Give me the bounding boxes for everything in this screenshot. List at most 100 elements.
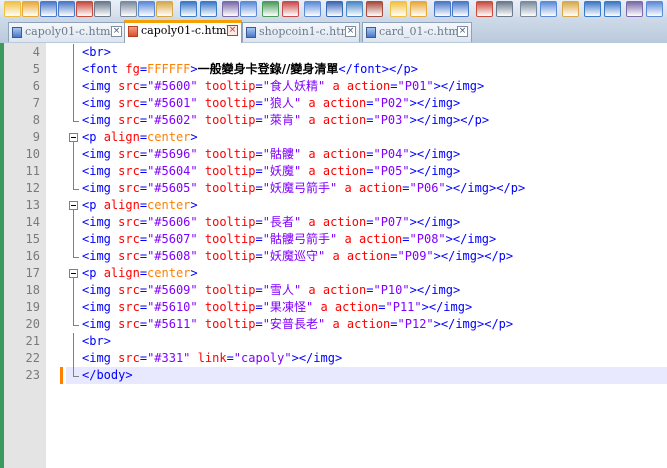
fold-end — [73, 257, 79, 258]
fold-end — [73, 189, 79, 190]
indent-guide-icon[interactable] — [346, 1, 363, 17]
line-number: 20 — [25, 317, 40, 331]
line-number: 21 — [25, 334, 40, 348]
find-icon[interactable] — [222, 1, 239, 17]
open-file-icon[interactable] — [410, 1, 427, 17]
save-all-icon[interactable] — [58, 1, 75, 17]
file-icon — [12, 27, 22, 38]
file-icon — [246, 27, 256, 38]
save-icon[interactable] — [40, 1, 57, 17]
fold-guide — [73, 333, 74, 376]
paste-icon[interactable] — [562, 1, 579, 17]
close-tab-icon[interactable]: × — [345, 26, 356, 37]
fold-guide — [73, 278, 74, 325]
replace-icon[interactable] — [240, 1, 257, 17]
code-line[interactable]: </body> — [82, 367, 133, 384]
fold-guide — [73, 142, 74, 189]
copy-icon[interactable] — [138, 1, 155, 17]
code-line[interactable]: <img src="#5600" tooltip="食人妖精" a action… — [82, 78, 484, 95]
fold-toggle-icon[interactable] — [69, 269, 78, 278]
tab-label: capoly01-c.html — [141, 24, 230, 37]
line-number: 9 — [32, 130, 40, 144]
close-icon[interactable] — [76, 1, 93, 17]
fold-guide — [73, 44, 74, 121]
fold-margin — [46, 43, 66, 468]
save-all-icon[interactable] — [452, 1, 469, 17]
close-tab-icon[interactable]: × — [227, 25, 238, 36]
cut-icon[interactable] — [120, 1, 137, 17]
line-number: 11 — [25, 164, 40, 178]
tab-file[interactable]: capoly01-c.html × — [8, 22, 126, 42]
fold-end — [73, 121, 79, 122]
line-number: 16 — [25, 249, 40, 263]
code-line[interactable]: <img src="#5609" tooltip="雪人" a action="… — [82, 282, 460, 299]
file-icon — [128, 26, 138, 37]
code-line[interactable]: <img src="#5610" tooltip="果凍怪" a action=… — [82, 299, 472, 316]
line-number: 4 — [32, 45, 40, 59]
tab-label: shopcoin1-c.html — [259, 25, 355, 38]
code-line[interactable]: <p align=center> — [82, 265, 198, 282]
close-tab-icon[interactable]: × — [457, 26, 468, 37]
code-line[interactable]: <p align=center> — [82, 129, 198, 146]
code-line[interactable]: <img src="#5602" tooltip="萊肯" a action="… — [82, 112, 489, 129]
redo-icon[interactable] — [200, 1, 217, 17]
undo-icon[interactable] — [180, 1, 197, 17]
code-line[interactable]: <font fg=FFFFFF>一般變身卡登錄//變身清單</font></p> — [82, 61, 418, 78]
print-icon[interactable] — [94, 1, 111, 17]
paste-icon[interactable] — [156, 1, 173, 17]
line-number: 12 — [25, 181, 40, 195]
code-line[interactable]: <img src="#331" link="capoly"></img> — [82, 350, 342, 367]
cut-icon[interactable] — [520, 1, 537, 17]
tab-label: card_01-c.html — [379, 25, 463, 38]
code-line[interactable]: <img src="#5611" tooltip="安普長老" a action… — [82, 316, 513, 333]
print-icon[interactable] — [496, 1, 513, 17]
fold-guide — [73, 210, 74, 257]
line-number: 19 — [25, 300, 40, 314]
code-line[interactable]: <img src="#5604" tooltip="妖魔" a action="… — [82, 163, 460, 180]
new-file-icon[interactable] — [4, 1, 21, 17]
code-line[interactable]: <img src="#5606" tooltip="長者" a action="… — [82, 214, 460, 231]
code-line[interactable]: <img src="#5607" tooltip="骷髏弓箭手" a actio… — [82, 231, 496, 248]
open-file-icon[interactable] — [22, 1, 39, 17]
close-tab-icon[interactable]: × — [111, 26, 122, 37]
tab-file[interactable]: shopcoin1-c.html × — [242, 22, 360, 42]
zoom-out-icon[interactable] — [282, 1, 299, 17]
line-number: 13 — [25, 198, 40, 212]
line-number: 14 — [25, 215, 40, 229]
sync-icon[interactable] — [304, 1, 321, 17]
tab-file[interactable]: card_01-c.html × — [362, 22, 472, 42]
fold-toggle-icon[interactable] — [69, 201, 78, 210]
code-line[interactable]: <img src="#5696" tooltip="骷髏" a action="… — [82, 146, 460, 163]
code-line[interactable]: <br> — [82, 44, 111, 61]
fold-end — [73, 376, 79, 377]
save-icon[interactable] — [434, 1, 451, 17]
replace-icon[interactable] — [646, 1, 663, 17]
file-icon — [366, 27, 376, 38]
zoom-in-icon[interactable] — [262, 1, 279, 17]
code-line[interactable]: <img src="#5608" tooltip="妖魔巡守" a action… — [82, 248, 513, 265]
code-line[interactable]: <p align=center> — [82, 197, 198, 214]
current-line-highlight — [66, 367, 667, 384]
tab-label: capoly01-c.html — [25, 25, 114, 38]
code-line[interactable]: <br> — [82, 333, 111, 350]
line-number: 8 — [32, 113, 40, 127]
line-number: 10 — [25, 147, 40, 161]
macro-icon[interactable] — [366, 1, 383, 17]
line-number: 5 — [32, 62, 40, 76]
line-number: 15 — [25, 232, 40, 246]
new-file-icon[interactable] — [390, 1, 407, 17]
copy-icon[interactable] — [540, 1, 557, 17]
redo-icon[interactable] — [604, 1, 621, 17]
find-icon[interactable] — [626, 1, 643, 17]
tab-bar: capoly01-c.html × capoly01-c.html × shopcoin… — [0, 17, 667, 44]
undo-icon[interactable] — [584, 1, 601, 17]
current-line-marker — [60, 367, 63, 384]
line-number: 17 — [25, 266, 40, 280]
close-icon[interactable] — [476, 1, 493, 17]
code-line[interactable]: <img src="#5605" tooltip="妖魔弓箭手" a actio… — [82, 180, 525, 197]
line-number: 18 — [25, 283, 40, 297]
tab-file[interactable]: capoly01-c.html × — [124, 20, 242, 43]
wrap-icon[interactable] — [326, 1, 343, 17]
fold-toggle-icon[interactable] — [69, 133, 78, 142]
code-line[interactable]: <img src="#5601" tooltip="狼人" a action="… — [82, 95, 460, 112]
